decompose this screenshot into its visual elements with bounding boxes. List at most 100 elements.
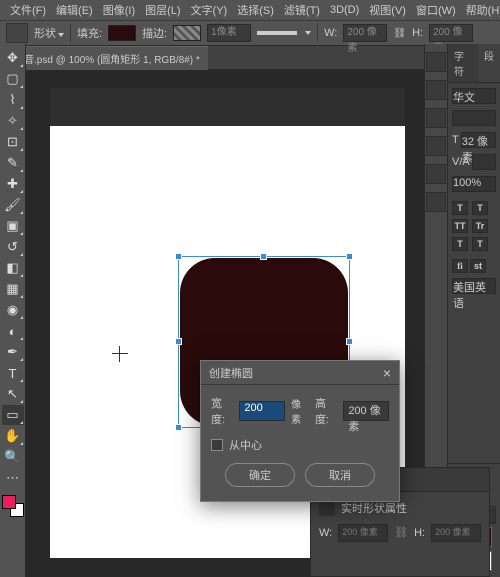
handle-top-mid[interactable] (260, 253, 267, 260)
stroke-label: 描边: (142, 25, 167, 41)
pen-tool[interactable]: ✒ (2, 342, 24, 362)
close-icon[interactable]: × (383, 365, 391, 381)
blur-tool[interactable]: ◉ (2, 300, 24, 320)
menu-view[interactable]: 视图(V) (365, 0, 410, 20)
sub-button[interactable]: T (472, 237, 488, 251)
height-field[interactable]: 200 像素 (429, 24, 473, 42)
handle-bot-left[interactable] (175, 424, 182, 431)
tool-preset-icon[interactable] (6, 23, 28, 43)
paragraph-panel-tab[interactable]: 段 (478, 44, 500, 83)
height-label: 高度: (315, 395, 337, 427)
stroke-width-field[interactable]: 1像素 (207, 24, 251, 42)
heal-tool[interactable]: ✚ (2, 174, 24, 194)
crop-tool[interactable]: ⊡ (2, 132, 24, 152)
menu-filter[interactable]: 滤镜(T) (280, 0, 324, 20)
menu-file[interactable]: 文件(F) (6, 0, 50, 20)
menu-type[interactable]: 文字(Y) (187, 0, 232, 20)
path-select-tool[interactable]: ↖ (2, 384, 24, 404)
caps-button[interactable]: TT (452, 219, 468, 233)
shape-tool[interactable]: ▭ (2, 405, 24, 425)
from-center-checkbox[interactable] (211, 439, 223, 451)
history-brush-tool[interactable]: ↺ (2, 237, 24, 257)
from-center-label: 从中心 (229, 437, 262, 453)
wand-tool[interactable]: ✧ (2, 111, 24, 131)
text-style-buttons: T T TT Tr T T (452, 197, 496, 255)
prop-height-field[interactable]: 200 像素 (431, 524, 481, 542)
panel-icon-history[interactable] (426, 52, 446, 72)
type-tool[interactable]: T (2, 363, 24, 383)
width-input[interactable]: 200 (239, 401, 285, 421)
brush-tool[interactable]: 🖌 (2, 195, 24, 215)
dialog-title: 创建椭圆 (209, 365, 253, 381)
document-tab[interactable]: 抖音.psd @ 100% (圆角矩形 1, RGB/8#) * (6, 46, 208, 70)
height-label: H: (412, 27, 423, 39)
fill-swatch[interactable] (108, 25, 136, 41)
handle-mid-left[interactable] (175, 338, 182, 345)
menu-layer[interactable]: 图层(L) (141, 0, 184, 20)
width-unit: 像素 (291, 396, 309, 426)
hand-tool[interactable]: ✋ (2, 426, 24, 446)
cursor-crosshair (112, 346, 128, 362)
move-tool[interactable]: ✥ (2, 48, 24, 68)
color-swatches[interactable] (2, 495, 24, 517)
handle-top-right[interactable] (346, 253, 353, 260)
panel-icon-swatches[interactable] (426, 164, 446, 184)
menu-bar: 文件(F) 编辑(E) 图像(I) 图层(L) 文字(Y) 选择(S) 滤镜(T… (0, 0, 500, 20)
width-field[interactable]: 200 像素 (343, 24, 387, 42)
font-style-field[interactable] (452, 110, 496, 126)
prop-w-label: W: (319, 527, 332, 539)
language-field[interactable]: 美国英语 (452, 278, 496, 294)
eyedropper-tool[interactable]: ✎ (2, 153, 24, 173)
faux-bold[interactable]: fi (452, 259, 468, 273)
panel-icon-actions[interactable] (426, 80, 446, 100)
tracking-label: V/A (452, 156, 470, 168)
menu-image[interactable]: 图像(I) (99, 0, 139, 20)
menu-select[interactable]: 选择(S) (233, 0, 278, 20)
tracking-field[interactable] (472, 154, 496, 170)
properties-subtitle: 实时形状属性 (341, 500, 407, 516)
scale-field[interactable]: 100% (452, 176, 496, 192)
character-panel-tab[interactable]: 字符 (448, 44, 478, 83)
gradient-tool[interactable]: ▦ (2, 279, 24, 299)
prop-width-field[interactable]: 200 像素 (338, 524, 388, 542)
create-ellipse-dialog: 创建椭圆 × 宽度: 200 像素 高度: 200 像素 从中心 确定 取消 (200, 360, 400, 502)
cancel-button[interactable]: 取消 (305, 463, 375, 487)
italic-button[interactable]: T (472, 201, 488, 215)
panel-icon-info[interactable] (426, 192, 446, 212)
super-button[interactable]: T (452, 237, 468, 251)
height-input[interactable]: 200 像素 (343, 401, 389, 421)
lasso-tool[interactable]: ⌇ (2, 90, 24, 110)
shape-mode-dropdown[interactable]: 形状 (34, 25, 64, 41)
handle-mid-right[interactable] (346, 338, 353, 345)
width-label: W: (324, 27, 337, 39)
marquee-tool[interactable]: ▢ (2, 69, 24, 89)
foreground-color[interactable] (2, 495, 16, 509)
link-wh-icon[interactable]: ⛓ (393, 28, 406, 39)
ok-button[interactable]: 确定 (225, 463, 295, 487)
font-size-field[interactable]: 32 像素 (461, 132, 496, 148)
character-panel: 华文 T 32 像素 V/A 100% T T TT Tr T T fi st 美… (448, 83, 500, 463)
options-bar: 形状 填充: 描边: 1像素 W: 200 像素 ⛓ H: 200 像素 (0, 20, 500, 46)
font-family-field[interactable]: 华文 (452, 88, 496, 104)
panel-icon-brushes[interactable] (426, 108, 446, 128)
menu-window[interactable]: 窗口(W) (412, 0, 460, 20)
stamp-tool[interactable]: ▣ (2, 216, 24, 236)
canvas-dark-area (50, 88, 405, 126)
stroke-swatch[interactable] (173, 25, 201, 41)
link-icon[interactable]: ⛓ (394, 526, 408, 540)
smallcaps-button[interactable]: Tr (472, 219, 488, 233)
menu-edit[interactable]: 编辑(E) (52, 0, 97, 20)
stroke-style-dropdown[interactable] (257, 31, 297, 35)
tools-panel: ✥ ▢ ⌇ ✧ ⊡ ✎ ✚ 🖌 ▣ ↺ ◧ ▦ ◉ ◐ ✒ T ↖ ▭ ✋ 🔍 … (0, 44, 26, 577)
strikethrough[interactable]: st (470, 259, 486, 273)
zoom-tool[interactable]: 🔍 (2, 447, 24, 467)
prop-h-label: H: (414, 527, 425, 539)
handle-top-left[interactable] (175, 253, 182, 260)
menu-3d[interactable]: 3D(D) (326, 2, 363, 18)
menu-help[interactable]: 帮助(H) (462, 0, 500, 20)
dodge-tool[interactable]: ◐ (2, 321, 24, 341)
panel-icon-clone[interactable] (426, 136, 446, 156)
eraser-tool[interactable]: ◧ (2, 258, 24, 278)
edit-toolbar[interactable]: ⋯ (2, 468, 24, 488)
bold-button[interactable]: T (452, 201, 468, 215)
